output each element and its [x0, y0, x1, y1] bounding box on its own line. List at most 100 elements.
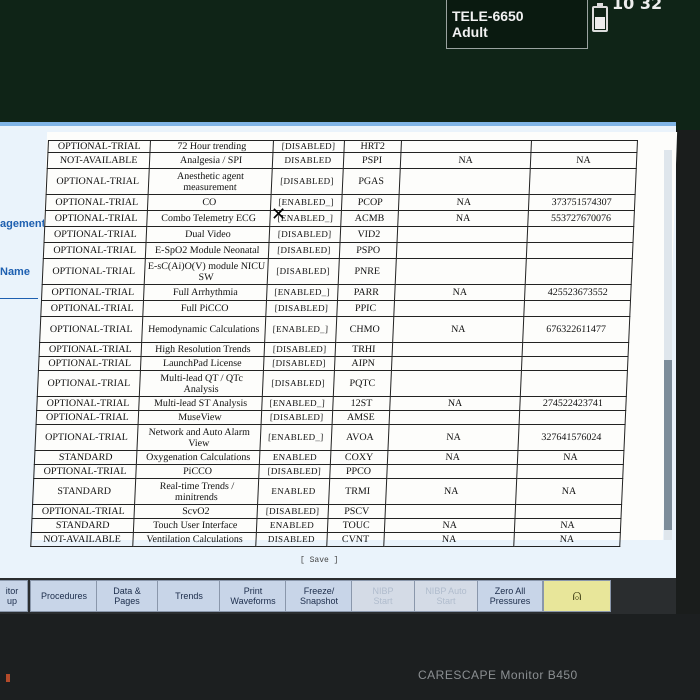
option-status-cell: OPTIONAL-TRIAL	[42, 258, 146, 285]
table-row: NOT-AVAILABLE Analgesia / SPI DISABLED PSPI…	[47, 152, 637, 169]
option-state-cell: [DISABLED]	[261, 410, 333, 425]
table-row: OPTIONAL-TRIAL LaunchPad License [DISABLED…	[38, 356, 629, 371]
option-serial-cell: 676322611477	[522, 316, 630, 343]
monitor-setup-button[interactable]: itor up	[0, 580, 28, 612]
option-code-cell: TRMI	[328, 478, 388, 505]
option-serial-cell	[516, 464, 624, 479]
option-key-cell: NA	[388, 424, 519, 451]
option-code-cell: PGAS	[341, 168, 401, 195]
option-code-cell: TRHI	[334, 342, 394, 357]
option-key-cell: NA	[390, 396, 521, 411]
data-pages-button[interactable]: Data & Pages	[96, 580, 158, 612]
option-status-cell: OPTIONAL-TRIAL	[36, 410, 139, 425]
brand-label: CARESCAPE Monitor B450	[418, 668, 578, 682]
option-state-cell: DISABLED	[272, 152, 344, 169]
option-code-cell: PPIC	[336, 300, 395, 317]
option-serial-cell: NA	[515, 478, 623, 505]
option-serial-cell: 373751574307	[528, 194, 636, 211]
option-code-cell: PSCV	[327, 504, 386, 519]
option-code-cell: TOUC	[326, 518, 386, 533]
option-status-cell: OPTIONAL-TRIAL	[41, 284, 145, 301]
option-code-cell: 12ST	[332, 396, 391, 411]
nibp-start-button[interactable]: NIBP Start	[351, 580, 415, 612]
alarm-bell-button[interactable]: ⍝	[543, 580, 611, 612]
trends-button[interactable]: Trends	[157, 580, 221, 612]
power-indicator-icon	[6, 674, 10, 682]
option-code-cell: PSPO	[338, 242, 398, 259]
nibp-auto-button[interactable]: NIBP Auto Start	[414, 580, 478, 612]
option-code-cell: PQTC	[332, 370, 392, 397]
zero-all-pressures-button[interactable]: Zero All Pressures	[477, 580, 543, 612]
option-serial-cell	[530, 140, 638, 153]
option-name-cell: High Resolution Trends	[141, 342, 265, 357]
option-key-cell: NA	[387, 450, 518, 465]
option-serial-cell	[518, 410, 626, 425]
option-status-cell: OPTIONAL-TRIAL	[44, 226, 147, 243]
print-waveforms-button[interactable]: Print Waveforms	[219, 580, 287, 612]
save-button[interactable]: [ Save ]	[300, 556, 338, 565]
option-serial-cell	[526, 242, 634, 259]
procedures-button[interactable]: Procedures	[30, 580, 98, 612]
option-status-cell: OPTIONAL-TRIAL	[44, 210, 148, 227]
option-status-cell: OPTIONAL-TRIAL	[45, 194, 149, 211]
option-code-cell: AIPN	[333, 356, 393, 371]
option-name-cell: MuseView	[138, 410, 262, 425]
table-row: STANDARD Oxygenation Calculations ENABLED C…	[34, 450, 624, 465]
option-status-cell: OPTIONAL-TRIAL	[39, 316, 143, 343]
option-code-cell: PCOP	[340, 194, 400, 211]
freeze-snapshot-button[interactable]: Freeze/Snapshot	[285, 580, 353, 612]
option-key-cell: NA	[384, 532, 515, 547]
option-status-cell: NOT-AVAILABLE	[30, 532, 134, 547]
option-state-cell: [DISABLED]	[269, 226, 341, 243]
option-status-cell: STANDARD	[34, 450, 137, 465]
scroll-thumb[interactable]	[664, 360, 672, 530]
option-key-cell: NA	[394, 284, 525, 301]
side-divider	[0, 298, 38, 299]
option-status-cell: STANDARD	[31, 518, 134, 533]
patient-id: TELE-6650	[452, 8, 524, 24]
option-name-cell: CO	[147, 194, 272, 211]
option-status-cell: OPTIONAL-TRIAL	[31, 504, 135, 519]
option-status-cell: NOT-AVAILABLE	[47, 152, 150, 169]
table-row: OPTIONAL-TRIAL Hemodynamic Calculations [E…	[39, 316, 630, 343]
option-state-cell: [DISABLED]	[258, 464, 330, 479]
patient-type: Adult	[452, 24, 488, 40]
option-state-cell: ENABLED	[257, 478, 330, 505]
option-state-cell: [ENABLED_]	[261, 396, 333, 411]
option-name-cell: Anesthetic agent measurement	[148, 168, 273, 195]
option-name-cell: 72 Hour trending	[149, 140, 274, 153]
option-serial-cell	[524, 258, 633, 285]
option-state-cell: [DISABLED]	[257, 504, 329, 519]
table-row: OPTIONAL-TRIAL E-sC(Ai)O(V) module NICU S…	[42, 258, 633, 285]
table-row: OPTIONAL-TRIAL Multi-lead QT / QTc Analys…	[37, 370, 628, 397]
option-key-cell	[401, 140, 532, 153]
option-name-cell: Ventilation Calculations	[132, 532, 257, 547]
option-code-cell: ACMB	[340, 210, 399, 227]
option-key-cell	[392, 342, 523, 357]
option-key-cell	[387, 464, 518, 479]
option-status-cell: OPTIONAL-TRIAL	[40, 300, 144, 317]
table-row: STANDARD Real-time Trends / minitrends ENA…	[32, 478, 623, 505]
side-label-name[interactable]: Name	[0, 266, 30, 278]
option-code-cell: AVOA	[330, 424, 390, 451]
option-state-cell: [DISABLED]	[268, 242, 340, 259]
table-row: OPTIONAL-TRIAL Full Arrhythmia [ENABLED_] P…	[41, 284, 632, 301]
table-row: STANDARD Touch User Interface ENABLED TOUC N…	[31, 518, 621, 533]
option-name-cell: Analgesia / SPI	[149, 152, 274, 169]
option-status-cell: OPTIONAL-TRIAL	[46, 168, 150, 195]
option-state-cell: ENABLED	[259, 450, 331, 465]
alarm-bell-icon: ⍝	[572, 587, 582, 604]
option-key-cell: NA	[385, 478, 517, 505]
software-options-table: OPTIONAL-TRIAL 72 Hour trending [DISABLED]…	[30, 140, 638, 547]
option-serial-cell	[514, 504, 622, 519]
option-name-cell: ScvO2	[133, 504, 258, 519]
option-name-cell: Touch User Interface	[133, 518, 258, 533]
option-serial-cell: NA	[529, 152, 637, 169]
table-row: OPTIONAL-TRIAL Multi-lead ST Analysis [ENA…	[36, 396, 627, 411]
option-serial-cell	[520, 370, 628, 397]
option-code-cell: CHMO	[335, 316, 395, 343]
option-serial-cell: 553727670076	[527, 210, 635, 227]
scrollbar[interactable]	[664, 150, 672, 540]
side-label-management[interactable]: agement	[0, 218, 45, 230]
option-state-cell: [DISABLED]	[267, 258, 339, 285]
